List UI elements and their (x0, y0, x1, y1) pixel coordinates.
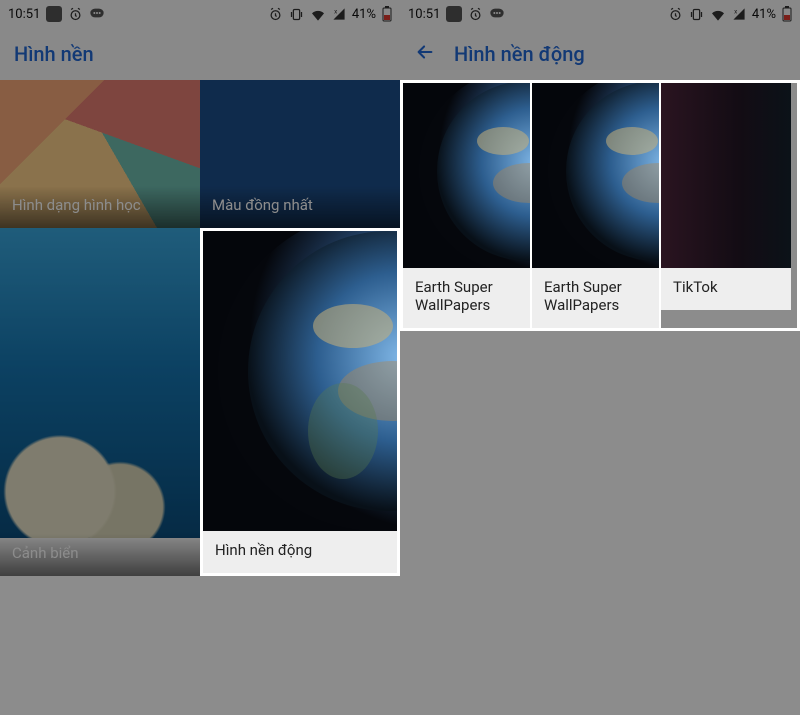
wifi-icon (710, 7, 726, 21)
page-title: Hình nền (14, 42, 94, 66)
vibrate-icon (289, 7, 304, 22)
category-label: Hình nền động (203, 531, 397, 573)
live-tile-earth-1[interactable]: Earth Super WallPapers (403, 83, 532, 328)
back-button[interactable] (414, 41, 436, 67)
screen-live-wallpapers: 10:51 x 41% (400, 0, 800, 715)
app-bar: Hình nền động (400, 28, 800, 80)
screen-wallpaper-categories: 10:51 x 41% (0, 0, 400, 715)
thumb-earth (532, 83, 661, 268)
category-tile-solid[interactable]: Màu đồng nhất (200, 80, 400, 228)
live-tile-label: TikTok (661, 268, 791, 310)
zalo-icon (46, 6, 62, 22)
category-tile-live-wallpaper[interactable]: Hình nền động (200, 228, 400, 576)
signal-icon: x (332, 7, 346, 21)
chat-icon (489, 6, 505, 22)
category-label: Hình dạng hình học (0, 186, 200, 228)
status-time: 10:51 (408, 7, 440, 22)
zalo-icon (446, 6, 462, 22)
category-label: Cảnh biển (0, 534, 200, 576)
live-tile-tiktok[interactable]: TikTok (661, 83, 791, 328)
battery-percent: 41% (352, 7, 376, 22)
chat-icon (89, 6, 105, 22)
alarm-icon (268, 7, 283, 22)
thumb-sea (0, 228, 200, 538)
live-wallpaper-grid: Earth Super WallPapers Earth Super WallP… (400, 80, 800, 331)
page-title: Hình nền động (454, 42, 585, 66)
wifi-icon (310, 7, 326, 21)
live-tile-label: Earth Super WallPapers (403, 268, 530, 328)
thumb-earth (203, 231, 397, 531)
category-tile-sea[interactable]: Cảnh biển (0, 228, 200, 576)
svg-text:x: x (334, 7, 337, 15)
status-bar: 10:51 x 41% (400, 0, 800, 28)
alarm-icon (468, 7, 483, 22)
category-label: Màu đồng nhất (200, 186, 400, 228)
wallpaper-category-grid: Hình dạng hình học Màu đồng nhất Cảnh bi… (0, 80, 400, 576)
thumb-tiktok (661, 83, 791, 268)
thumb-earth (403, 83, 532, 268)
battery-percent: 41% (752, 7, 776, 22)
battery-icon (782, 6, 792, 22)
category-tile-geometric[interactable]: Hình dạng hình học (0, 80, 200, 228)
status-time: 10:51 (8, 7, 40, 22)
app-bar: Hình nền (0, 28, 400, 80)
signal-icon: x (732, 7, 746, 21)
status-bar: 10:51 x 41% (0, 0, 400, 28)
live-tile-earth-2[interactable]: Earth Super WallPapers (532, 83, 661, 328)
alarm-icon (68, 7, 83, 22)
vibrate-icon (689, 7, 704, 22)
live-tile-label: Earth Super WallPapers (532, 268, 659, 328)
alarm-icon (668, 7, 683, 22)
svg-text:x: x (734, 7, 737, 15)
battery-icon (382, 6, 392, 22)
